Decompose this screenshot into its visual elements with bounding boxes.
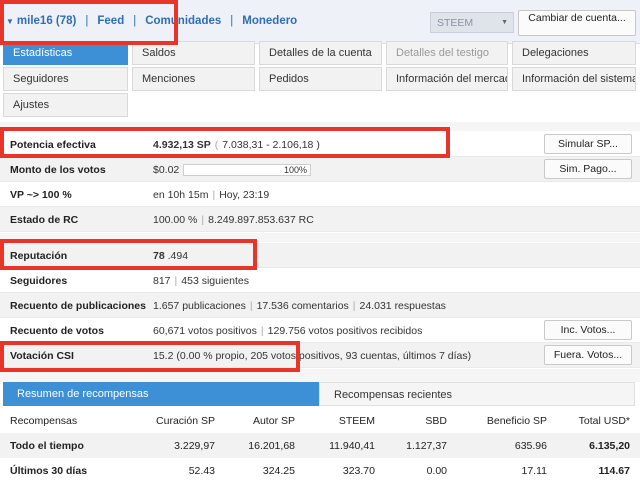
nav-feed-link[interactable]: Feed — [97, 15, 124, 27]
vote-count-row: Recuento de votos 60,671 votos positivos… — [0, 318, 640, 343]
post-count-value: 1.657 publicaciones | 17.536 comentarios | 2… — [153, 300, 446, 312]
account-menu[interactable]: mile16 (78) — [17, 15, 76, 27]
coin-select-value: STEEM — [437, 17, 474, 29]
tab-rewards-summary[interactable]: Resumen de recompensas — [3, 382, 319, 406]
vp-row: VP ~> 100 % en 10h 15m | Hoy, 23:19 — [0, 182, 640, 207]
author-col-header: Autor SP — [252, 415, 295, 427]
sbd-cell: 0.00 — [426, 465, 447, 477]
vote-amount-label: Monto de los votos — [10, 164, 106, 176]
rc-value: 100.00 % | 8.249.897.853.637 RC — [153, 214, 314, 226]
row-label: Últimos 30 días — [10, 465, 88, 477]
section-gap — [0, 369, 640, 382]
vote-count-value: 60,671 votos positivos | 129.756 votos pos… — [153, 325, 423, 337]
rc-label: Estado de RC — [10, 214, 79, 226]
sim-payout-button[interactable]: Sim. Pago... — [544, 159, 632, 179]
steem-col-header: STEEM — [338, 415, 375, 427]
tab-balances[interactable]: Saldos — [132, 41, 255, 65]
top-nav: ▼ mile16 (78) | Feed | Comunidades | Mon… — [6, 15, 297, 27]
incoming-votes-button[interactable]: Inc. Votos... — [544, 320, 632, 340]
benefit-cell: 17.11 — [521, 465, 548, 477]
total-cell: 6.135,20 — [589, 440, 630, 452]
sbd-col-header: SBD — [425, 415, 447, 427]
vp-value: en 10h 15m | Hoy, 23:19 — [153, 189, 270, 201]
nav-separator: | — [133, 15, 137, 27]
section-gap — [0, 233, 640, 242]
rewards-header-row: Recompensas Curación SP Autor SP STEEM S… — [0, 408, 640, 433]
tab-settings[interactable]: Ajustes — [3, 93, 128, 117]
csi-label: Votación CSI — [10, 350, 74, 362]
rc-row: Estado de RC 100.00 % | 8.249.897.853.637 … — [0, 207, 640, 232]
vote-amount-row: Monto de los votos $0.02 100% Sim. Pago.… — [0, 157, 640, 182]
reputation-value: 78 .494 — [153, 250, 189, 262]
tab-account-details[interactable]: Detalles de la cuenta — [259, 41, 382, 65]
curation-col-header: Curación SP — [156, 415, 215, 427]
followers-value: 817 | 453 siguientes — [153, 275, 249, 287]
table-row: Todo el tiempo 3.229,97 16.201,68 11.940… — [0, 433, 640, 458]
tab-delegations[interactable]: Delegaciones — [512, 41, 636, 65]
effective-power-row: Potencia efectiva 4.932,13 SP(7.038,31 -… — [0, 132, 640, 157]
vp-label: VP ~> 100 % — [10, 189, 72, 201]
author-cell: 324.25 — [262, 465, 295, 477]
caret-down-icon[interactable]: ▼ — [6, 17, 14, 26]
tab-statistics[interactable]: Estadísticas — [3, 41, 128, 65]
simulate-sp-button[interactable]: Simular SP... — [544, 134, 632, 154]
total-cell: 114.67 — [598, 465, 630, 477]
row-label: Todo el tiempo — [10, 440, 84, 452]
post-count-label: Recuento de publicaciones — [10, 300, 146, 312]
csi-row: Votación CSI 15.2 (0.00 % propio, 205 vo… — [0, 343, 640, 368]
benefit-cell: 635.96 — [514, 440, 547, 452]
followers-row: Seguidores 817 | 453 siguientes — [0, 268, 640, 293]
sbd-cell: 1.127,37 — [406, 440, 447, 452]
curation-cell: 52.43 — [188, 465, 215, 477]
total-col-header: Total USD* — [578, 415, 630, 427]
coin-select[interactable]: STEEM ▼ — [430, 12, 514, 33]
vote-weight-slider[interactable]: 100% — [183, 164, 311, 176]
post-count-row: Recuento de publicaciones 1.657 publicac… — [0, 293, 640, 318]
tab-market-info[interactable]: Información del mercado — [386, 67, 508, 91]
vote-weight-percent: 100% — [283, 165, 307, 175]
tab-mentions[interactable]: Menciones — [132, 67, 255, 91]
author-cell: 16.201,68 — [248, 440, 295, 452]
tab-recent-rewards[interactable]: Recompensas recientes — [319, 382, 635, 406]
table-row: Últimos 30 días 52.43 324.25 323.70 0.00… — [0, 458, 640, 480]
nav-wallet-link[interactable]: Monedero — [242, 15, 297, 27]
nav-separator: | — [230, 15, 234, 27]
effective-power-value: 4.932,13 SP(7.038,31 - 2.106,18 ) — [153, 139, 320, 151]
benefit-col-header: Beneficio SP — [486, 415, 547, 427]
rewards-col-header: Recompensas — [10, 415, 78, 427]
curation-cell: 3.229,97 — [174, 440, 215, 452]
steem-cell: 11.940,41 — [329, 440, 375, 452]
tab-orders[interactable]: Pedidos — [259, 67, 382, 91]
followers-label: Seguidores — [10, 275, 68, 287]
tab-system-info[interactable]: Información del sistema — [512, 67, 636, 91]
outgoing-votes-button[interactable]: Fuera. Votos... — [544, 345, 632, 365]
vote-count-label: Recuento de votos — [10, 325, 104, 337]
nav-communities-link[interactable]: Comunidades — [145, 15, 221, 27]
csi-value: 15.2 (0.00 % propio, 205 votos positivos… — [153, 350, 472, 362]
reputation-label: Reputación — [10, 250, 68, 262]
nav-separator: | — [85, 15, 89, 27]
dropdown-arrow-icon: ▼ — [501, 19, 508, 26]
reputation-row: Reputación 78 .494 — [0, 243, 640, 268]
tab-followers[interactable]: Seguidores — [3, 67, 128, 91]
steem-cell: 323.70 — [342, 465, 375, 477]
section-gap — [0, 122, 640, 131]
top-bar: ▼ mile16 (78) | Feed | Comunidades | Mon… — [0, 0, 640, 44]
tab-witness-details[interactable]: Detalles del testigo — [386, 41, 508, 65]
vote-amount-value: $0.02 — [153, 164, 180, 176]
effective-power-label: Potencia efectiva — [10, 139, 96, 151]
switch-account-button[interactable]: Cambiar de cuenta... — [518, 10, 636, 36]
